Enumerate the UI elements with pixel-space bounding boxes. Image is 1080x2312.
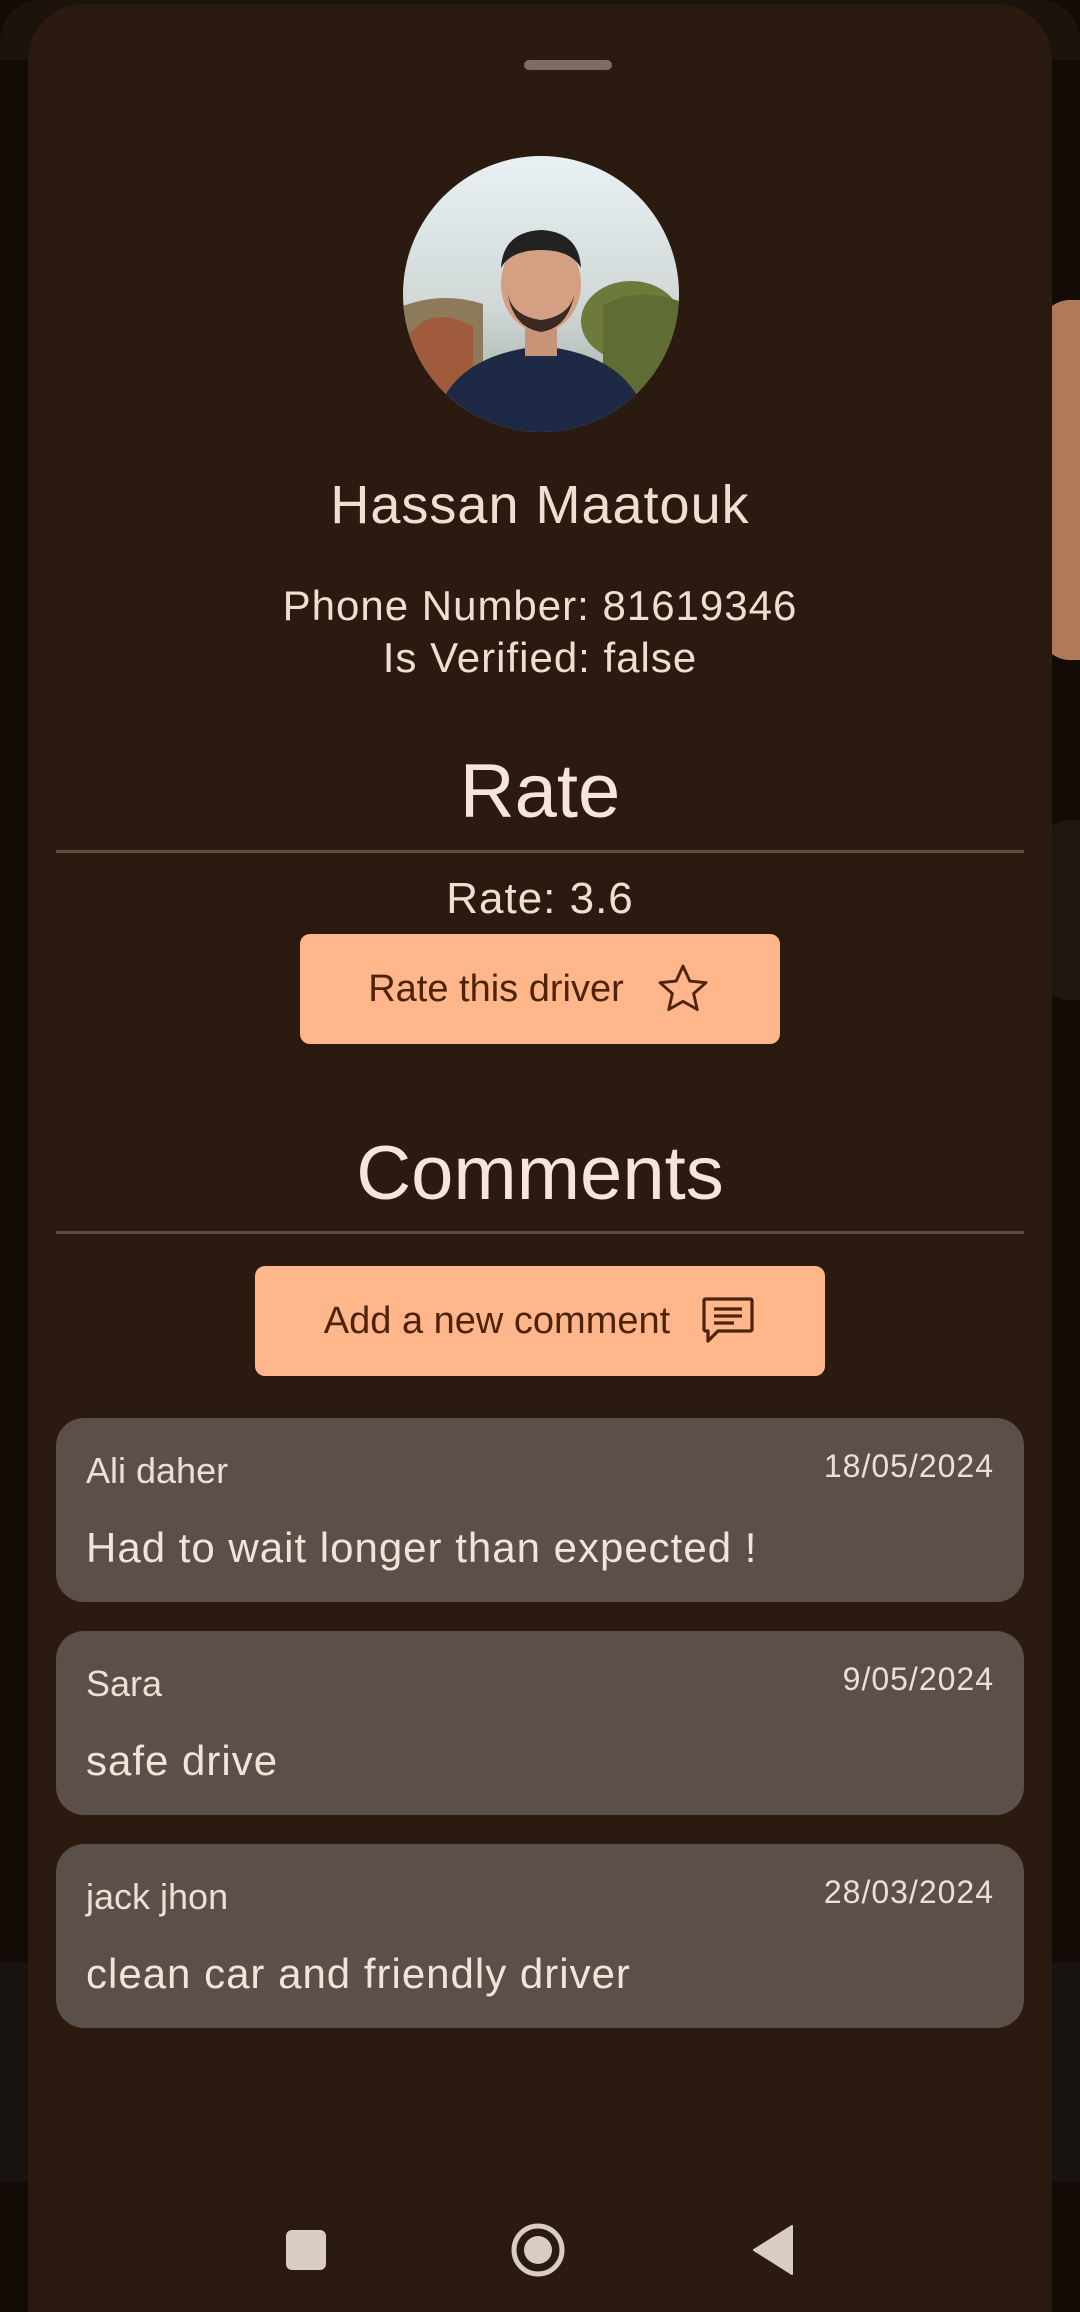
comment-date: 28/03/2024 <box>823 1874 994 1910</box>
comment-date: 18/05/2024 <box>823 1448 994 1484</box>
comment-text: safe drive <box>86 1737 279 1784</box>
back-triangle-icon[interactable] <box>752 2224 794 2276</box>
add-comment-button-label: Add a new comment <box>323 1299 671 1342</box>
comments-divider <box>56 1231 1024 1234</box>
comment-card: Ali daher 18/05/2024 Had to wait longer … <box>56 1418 1024 1602</box>
comment-author: Ali daher <box>86 1450 229 1491</box>
comment-card: jack jhon 28/03/2024 clean car and frien… <box>56 1844 1024 2028</box>
rate-value: Rate: 3.6 <box>446 874 634 923</box>
comment-author: Sara <box>86 1663 163 1704</box>
system-navigation-bar <box>0 2180 1080 2312</box>
driver-verified-status: Is Verified: false <box>382 634 698 681</box>
comments-section-title: Comments <box>356 1131 724 1216</box>
comment-author: jack jhon <box>86 1876 229 1917</box>
add-comment-button[interactable]: Add a new comment <box>255 1266 825 1376</box>
comment-date: 9/05/2024 <box>842 1661 994 1697</box>
drag-handle[interactable] <box>524 60 612 70</box>
driver-name: Hassan Maatouk <box>330 475 750 535</box>
driver-bottom-sheet: Hassan Maatouk Phone Number: 81619346 Is… <box>28 4 1052 2312</box>
comment-text: Had to wait longer than expected ! <box>86 1524 758 1571</box>
star-outline-icon <box>658 964 708 1011</box>
driver-avatar <box>403 156 679 432</box>
rate-section-title: Rate <box>459 749 621 834</box>
rate-driver-button[interactable]: Rate this driver <box>300 934 780 1044</box>
rate-driver-button-label: Rate this driver <box>368 967 624 1010</box>
recents-square-icon[interactable] <box>284 2228 328 2272</box>
rate-divider <box>56 850 1024 853</box>
home-circle-icon[interactable] <box>510 2222 566 2278</box>
driver-phone: Phone Number: 81619346 <box>282 582 798 629</box>
comment-icon <box>702 1297 754 1343</box>
comment-card: Sara 9/05/2024 safe drive <box>56 1631 1024 1815</box>
comment-text: clean car and friendly driver <box>86 1950 631 1997</box>
